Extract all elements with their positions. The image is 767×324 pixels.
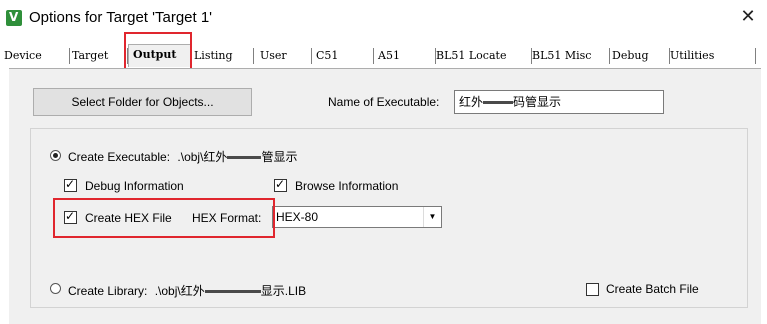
tab-c51[interactable]: C51 bbox=[312, 46, 374, 66]
chevron-down-icon[interactable]: ▼ bbox=[423, 207, 441, 227]
create-executable-radio[interactable] bbox=[50, 150, 61, 161]
select-folder-button[interactable]: Select Folder for Objects... bbox=[33, 88, 252, 116]
create-executable-path-prefix: .\obj\红外 bbox=[177, 150, 228, 164]
create-library-line: Create Library: .\obj\红外 显示.LIB bbox=[68, 282, 306, 299]
name-of-executable-field[interactable]: 红外 码管显示 bbox=[454, 90, 664, 114]
tab-listing[interactable]: Listing bbox=[190, 46, 254, 66]
debug-information-checkbox[interactable] bbox=[64, 177, 77, 192]
create-executable-path-suffix: 管显示 bbox=[261, 150, 298, 164]
tab-user[interactable]: User bbox=[256, 46, 312, 66]
hex-format-select[interactable]: HEX-80 ▼ bbox=[272, 206, 442, 228]
tab-debug[interactable]: Debug bbox=[608, 46, 670, 66]
create-library-radio[interactable] bbox=[50, 283, 61, 294]
create-library-label: Create Library: bbox=[68, 284, 148, 298]
hex-format-value: HEX-80 bbox=[276, 210, 319, 224]
browse-information-checkbox[interactable] bbox=[274, 177, 287, 192]
tab-device[interactable]: Device bbox=[0, 46, 70, 66]
tab-utilities[interactable]: Utilities bbox=[666, 46, 756, 66]
create-executable-line: Create Executable: .\obj\红外 管显示 bbox=[68, 148, 297, 165]
app-icon bbox=[6, 10, 22, 26]
redaction-mark bbox=[227, 156, 262, 160]
create-executable-label: Create Executable: bbox=[68, 150, 171, 164]
tab-target[interactable]: Target bbox=[68, 46, 128, 66]
create-batch-file-checkbox[interactable] bbox=[586, 283, 599, 296]
executable-name-prefix: 红外 bbox=[459, 95, 484, 109]
tab-bl51-misc[interactable]: BL51 Misc bbox=[528, 46, 610, 66]
redaction-mark bbox=[483, 101, 514, 105]
name-of-executable-label: Name of Executable: bbox=[328, 95, 440, 109]
browse-information-label: Browse Information bbox=[295, 179, 399, 193]
window-title: Options for Target 'Target 1' bbox=[29, 9, 213, 26]
create-library-path-suffix: 显示.LIB bbox=[260, 284, 307, 298]
redaction-mark bbox=[204, 290, 261, 294]
annotation-highlight-hex-settings bbox=[53, 198, 275, 238]
tab-strip: Device Target Output Listing User C51 A5… bbox=[0, 44, 767, 70]
debug-information-label: Debug Information bbox=[85, 179, 184, 193]
title-bar: Options for Target 'Target 1' ✕ bbox=[0, 0, 767, 36]
create-batch-file-label: Create Batch File bbox=[606, 282, 699, 296]
executable-name-suffix: 码管显示 bbox=[513, 95, 562, 109]
create-library-path-prefix: .\obj\红外 bbox=[154, 284, 205, 298]
tab-a51[interactable]: A51 bbox=[374, 46, 436, 66]
annotation-highlight-output-tab bbox=[124, 32, 192, 70]
tab-bl51-locate[interactable]: BL51 Locate bbox=[432, 46, 532, 66]
close-icon[interactable]: ✕ bbox=[737, 6, 759, 28]
